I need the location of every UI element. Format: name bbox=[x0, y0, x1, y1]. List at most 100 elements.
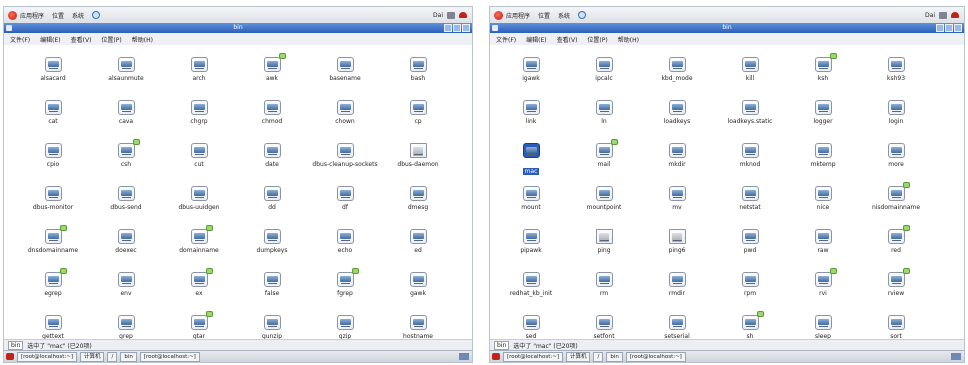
file-item[interactable]: ed bbox=[383, 229, 453, 254]
file-item[interactable]: sleep bbox=[788, 315, 858, 340]
file-item[interactable]: logger bbox=[788, 100, 858, 125]
file-item[interactable]: login bbox=[861, 100, 931, 125]
menu-edit[interactable]: 编辑(E) bbox=[40, 35, 60, 44]
file-item[interactable]: date bbox=[237, 143, 307, 168]
show-desktop-icon[interactable] bbox=[6, 353, 14, 360]
file-item[interactable]: csh bbox=[91, 139, 161, 168]
file-item[interactable]: link bbox=[496, 100, 566, 125]
file-item[interactable]: grep bbox=[91, 315, 161, 340]
file-item[interactable]: false bbox=[237, 272, 307, 297]
show-desktop-icon[interactable] bbox=[492, 353, 500, 360]
file-item[interactable]: dmesg bbox=[383, 186, 453, 211]
file-item[interactable]: kbd_mode bbox=[642, 57, 712, 82]
file-item[interactable]: ln bbox=[569, 100, 639, 125]
taskbar-item-root[interactable]: / bbox=[107, 351, 118, 362]
file-item[interactable]: mkdir bbox=[642, 143, 712, 168]
minimize-button[interactable] bbox=[444, 24, 452, 32]
taskbar-item-computer[interactable]: 计算机 bbox=[79, 351, 105, 362]
panel-menu-places[interactable]: 位置 bbox=[538, 11, 550, 20]
menu-edit[interactable]: 编辑(E) bbox=[526, 35, 546, 44]
file-item[interactable]: mknod bbox=[715, 143, 785, 168]
file-item[interactable]: nice bbox=[788, 186, 858, 211]
workspace-switcher-icon[interactable] bbox=[951, 353, 961, 360]
file-item[interactable]: cava bbox=[91, 100, 161, 125]
close-button[interactable] bbox=[462, 24, 470, 32]
file-item[interactable]: rview bbox=[861, 268, 931, 297]
file-item[interactable]: ksh bbox=[788, 53, 858, 82]
browser-globe-icon[interactable] bbox=[92, 11, 101, 19]
file-item[interactable]: env bbox=[91, 272, 161, 297]
file-item[interactable]: bash bbox=[383, 57, 453, 82]
menu-file[interactable]: 文件(F) bbox=[496, 35, 516, 44]
redhat-logo-icon[interactable] bbox=[494, 10, 503, 20]
file-item[interactable]: alsacard bbox=[18, 57, 88, 82]
file-item[interactable]: arch bbox=[164, 57, 234, 82]
browser-globe-icon[interactable] bbox=[578, 11, 587, 19]
file-item[interactable]: doexec bbox=[91, 229, 161, 254]
window-titlebar[interactable]: bin bbox=[4, 23, 472, 33]
file-item[interactable]: dd bbox=[237, 186, 307, 211]
speaker-icon[interactable] bbox=[939, 11, 947, 19]
location-dropdown[interactable]: bin bbox=[8, 341, 24, 350]
file-item[interactable]: raw bbox=[788, 229, 858, 254]
file-item[interactable]: rmdir bbox=[642, 272, 712, 297]
file-item[interactable]: cut bbox=[164, 143, 234, 168]
file-item[interactable]: pipawk bbox=[496, 229, 566, 254]
file-item[interactable]: dbus-monitor bbox=[18, 186, 88, 211]
file-item[interactable]: mac bbox=[496, 143, 566, 177]
taskbar-item-terminal-2[interactable]: [root@localhost:~] bbox=[625, 351, 686, 362]
file-item[interactable]: mail bbox=[569, 139, 639, 168]
file-item[interactable]: cpio bbox=[18, 143, 88, 168]
panel-menu-system[interactable]: 系统 bbox=[72, 11, 84, 20]
file-item[interactable]: ksh93 bbox=[861, 57, 931, 82]
file-item[interactable]: mount bbox=[496, 186, 566, 211]
file-item[interactable]: echo bbox=[310, 229, 380, 254]
file-item[interactable]: pwd bbox=[715, 229, 785, 254]
file-item[interactable]: gettext bbox=[18, 315, 88, 340]
file-item[interactable]: redhat_kb_init bbox=[496, 272, 566, 297]
menu-view[interactable]: 查看(V) bbox=[71, 35, 92, 44]
menu-help[interactable]: 帮助(H) bbox=[618, 35, 639, 44]
file-item[interactable]: hostname bbox=[383, 315, 453, 340]
file-item[interactable]: dbus-uuidgen bbox=[164, 186, 234, 211]
file-item[interactable]: df bbox=[310, 186, 380, 211]
menu-file[interactable]: 文件(F) bbox=[10, 35, 30, 44]
file-item[interactable]: igawk bbox=[496, 57, 566, 82]
file-item[interactable]: awk bbox=[237, 53, 307, 82]
file-item[interactable]: setfont bbox=[569, 315, 639, 340]
file-item[interactable]: rpm bbox=[715, 272, 785, 297]
file-item[interactable]: alsaunmute bbox=[91, 57, 161, 82]
file-item[interactable]: mv bbox=[642, 186, 712, 211]
file-item[interactable]: setserial bbox=[642, 315, 712, 340]
file-item[interactable]: dnsdomainname bbox=[18, 225, 88, 254]
redhat-logo-icon[interactable] bbox=[8, 10, 17, 20]
file-item[interactable]: loadkeys bbox=[642, 100, 712, 125]
file-item[interactable]: netstat bbox=[715, 186, 785, 211]
panel-clock[interactable]: Dai bbox=[433, 12, 443, 19]
taskbar-item-root[interactable]: / bbox=[593, 351, 604, 362]
menu-view[interactable]: 查看(V) bbox=[557, 35, 578, 44]
file-item[interactable]: sort bbox=[861, 315, 931, 340]
file-item[interactable]: ipcalc bbox=[569, 57, 639, 82]
file-item[interactable]: sh bbox=[715, 311, 785, 340]
speaker-icon[interactable] bbox=[447, 11, 455, 19]
file-item[interactable]: dbus-send bbox=[91, 186, 161, 211]
file-item[interactable]: chgrp bbox=[164, 100, 234, 125]
file-item[interactable]: rm bbox=[569, 272, 639, 297]
file-item[interactable]: loadkeys.static bbox=[715, 100, 785, 125]
file-item[interactable]: gtar bbox=[164, 311, 234, 340]
file-item[interactable]: chown bbox=[310, 100, 380, 125]
file-item[interactable]: ping bbox=[569, 229, 639, 254]
file-item[interactable]: egrep bbox=[18, 268, 88, 297]
menu-help[interactable]: 帮助(H) bbox=[132, 35, 153, 44]
taskbar-item-computer[interactable]: 计算机 bbox=[565, 351, 591, 362]
file-item[interactable]: fgrep bbox=[310, 268, 380, 297]
panel-clock[interactable]: Dai bbox=[925, 12, 935, 19]
file-item[interactable]: domainname bbox=[164, 225, 234, 254]
file-item[interactable]: nisdomainname bbox=[861, 182, 931, 211]
panel-menu-places[interactable]: 位置 bbox=[52, 11, 64, 20]
file-item[interactable]: red bbox=[861, 225, 931, 254]
update-hat-icon[interactable] bbox=[951, 12, 959, 18]
file-item[interactable]: gawk bbox=[383, 272, 453, 297]
file-item[interactable]: more bbox=[861, 143, 931, 168]
